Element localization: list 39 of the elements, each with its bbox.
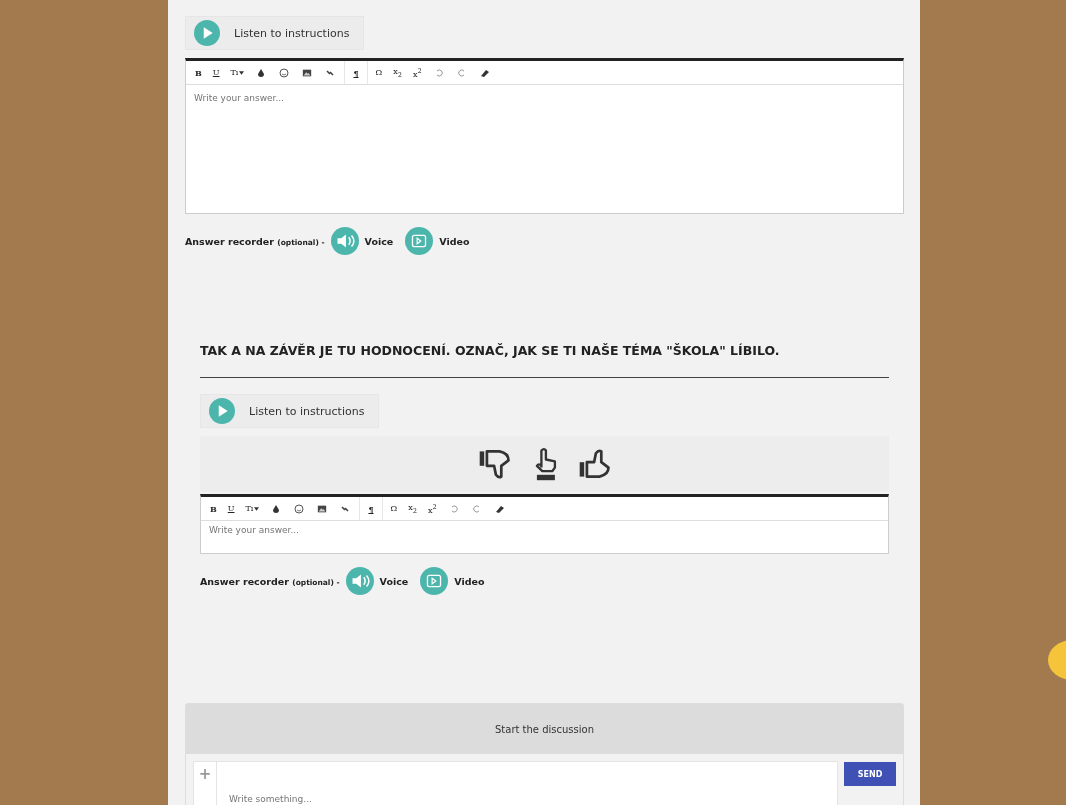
text-editor[interactable]: B U Tı ¶ Ω x$_{2}$ x$^{2}$ Write your answer... — [185, 58, 904, 214]
underline-button[interactable]: U — [224, 504, 238, 513]
subscript-button[interactable]: x$_{2}$ — [405, 502, 420, 515]
image-icon[interactable] — [317, 503, 328, 514]
bold-button[interactable]: B — [207, 503, 220, 514]
special-character-button[interactable]: Ω — [387, 504, 401, 513]
underline-button[interactable]: U — [209, 68, 223, 77]
emoji-icon[interactable] — [279, 67, 290, 78]
special-character-button[interactable]: Ω — [372, 68, 386, 77]
color-drop-icon[interactable] — [271, 503, 282, 514]
bold-button[interactable]: B — [192, 67, 205, 78]
color-drop-icon[interactable] — [256, 67, 267, 78]
link-icon[interactable] — [325, 67, 336, 78]
eraser-icon[interactable] — [494, 503, 505, 514]
play-icon — [194, 20, 220, 46]
emoji-icon[interactable] — [294, 503, 305, 514]
discussion-title: Start the discussion — [495, 723, 594, 735]
play-icon — [209, 398, 235, 424]
video-label[interactable]: Video — [454, 575, 485, 587]
caret-icon — [254, 507, 260, 511]
paragraph-button[interactable]: ¶ — [350, 67, 362, 78]
listen-button[interactable]: Listen to instructions — [185, 16, 365, 50]
voice-label[interactable]: Voice — [364, 235, 394, 247]
send-button[interactable]: SEND — [844, 762, 896, 786]
voice-label[interactable]: Voice — [379, 575, 409, 587]
paragraph-button[interactable]: ¶ — [365, 503, 377, 514]
listen-button[interactable]: Listen to instructions — [200, 394, 380, 428]
video-label[interactable]: Video — [439, 235, 470, 247]
superscript-button[interactable]: x$^{2}$ — [424, 502, 440, 515]
subscript-button[interactable]: x$_{2}$ — [390, 66, 405, 79]
font-size-button[interactable]: Tı — [242, 504, 263, 513]
link-icon[interactable] — [340, 503, 351, 514]
image-icon[interactable] — [302, 67, 313, 78]
eraser-icon[interactable] — [479, 67, 490, 78]
font-size-button[interactable]: Tı — [227, 68, 248, 77]
section-heading: TAK A NA ZÁVĚR JE TU HODNOCENÍ. OZNAČ, JAK SE TI NAŠE TÉMA "ŠKOLA" LÍBILO. — [200, 343, 780, 358]
caret-icon — [239, 71, 245, 75]
superscript-button[interactable]: x$^{2}$ — [409, 66, 425, 79]
text-editor[interactable]: B U Tı ¶ Ω x$_{2}$ x$^{2}$ Write your answer... — [200, 494, 889, 554]
